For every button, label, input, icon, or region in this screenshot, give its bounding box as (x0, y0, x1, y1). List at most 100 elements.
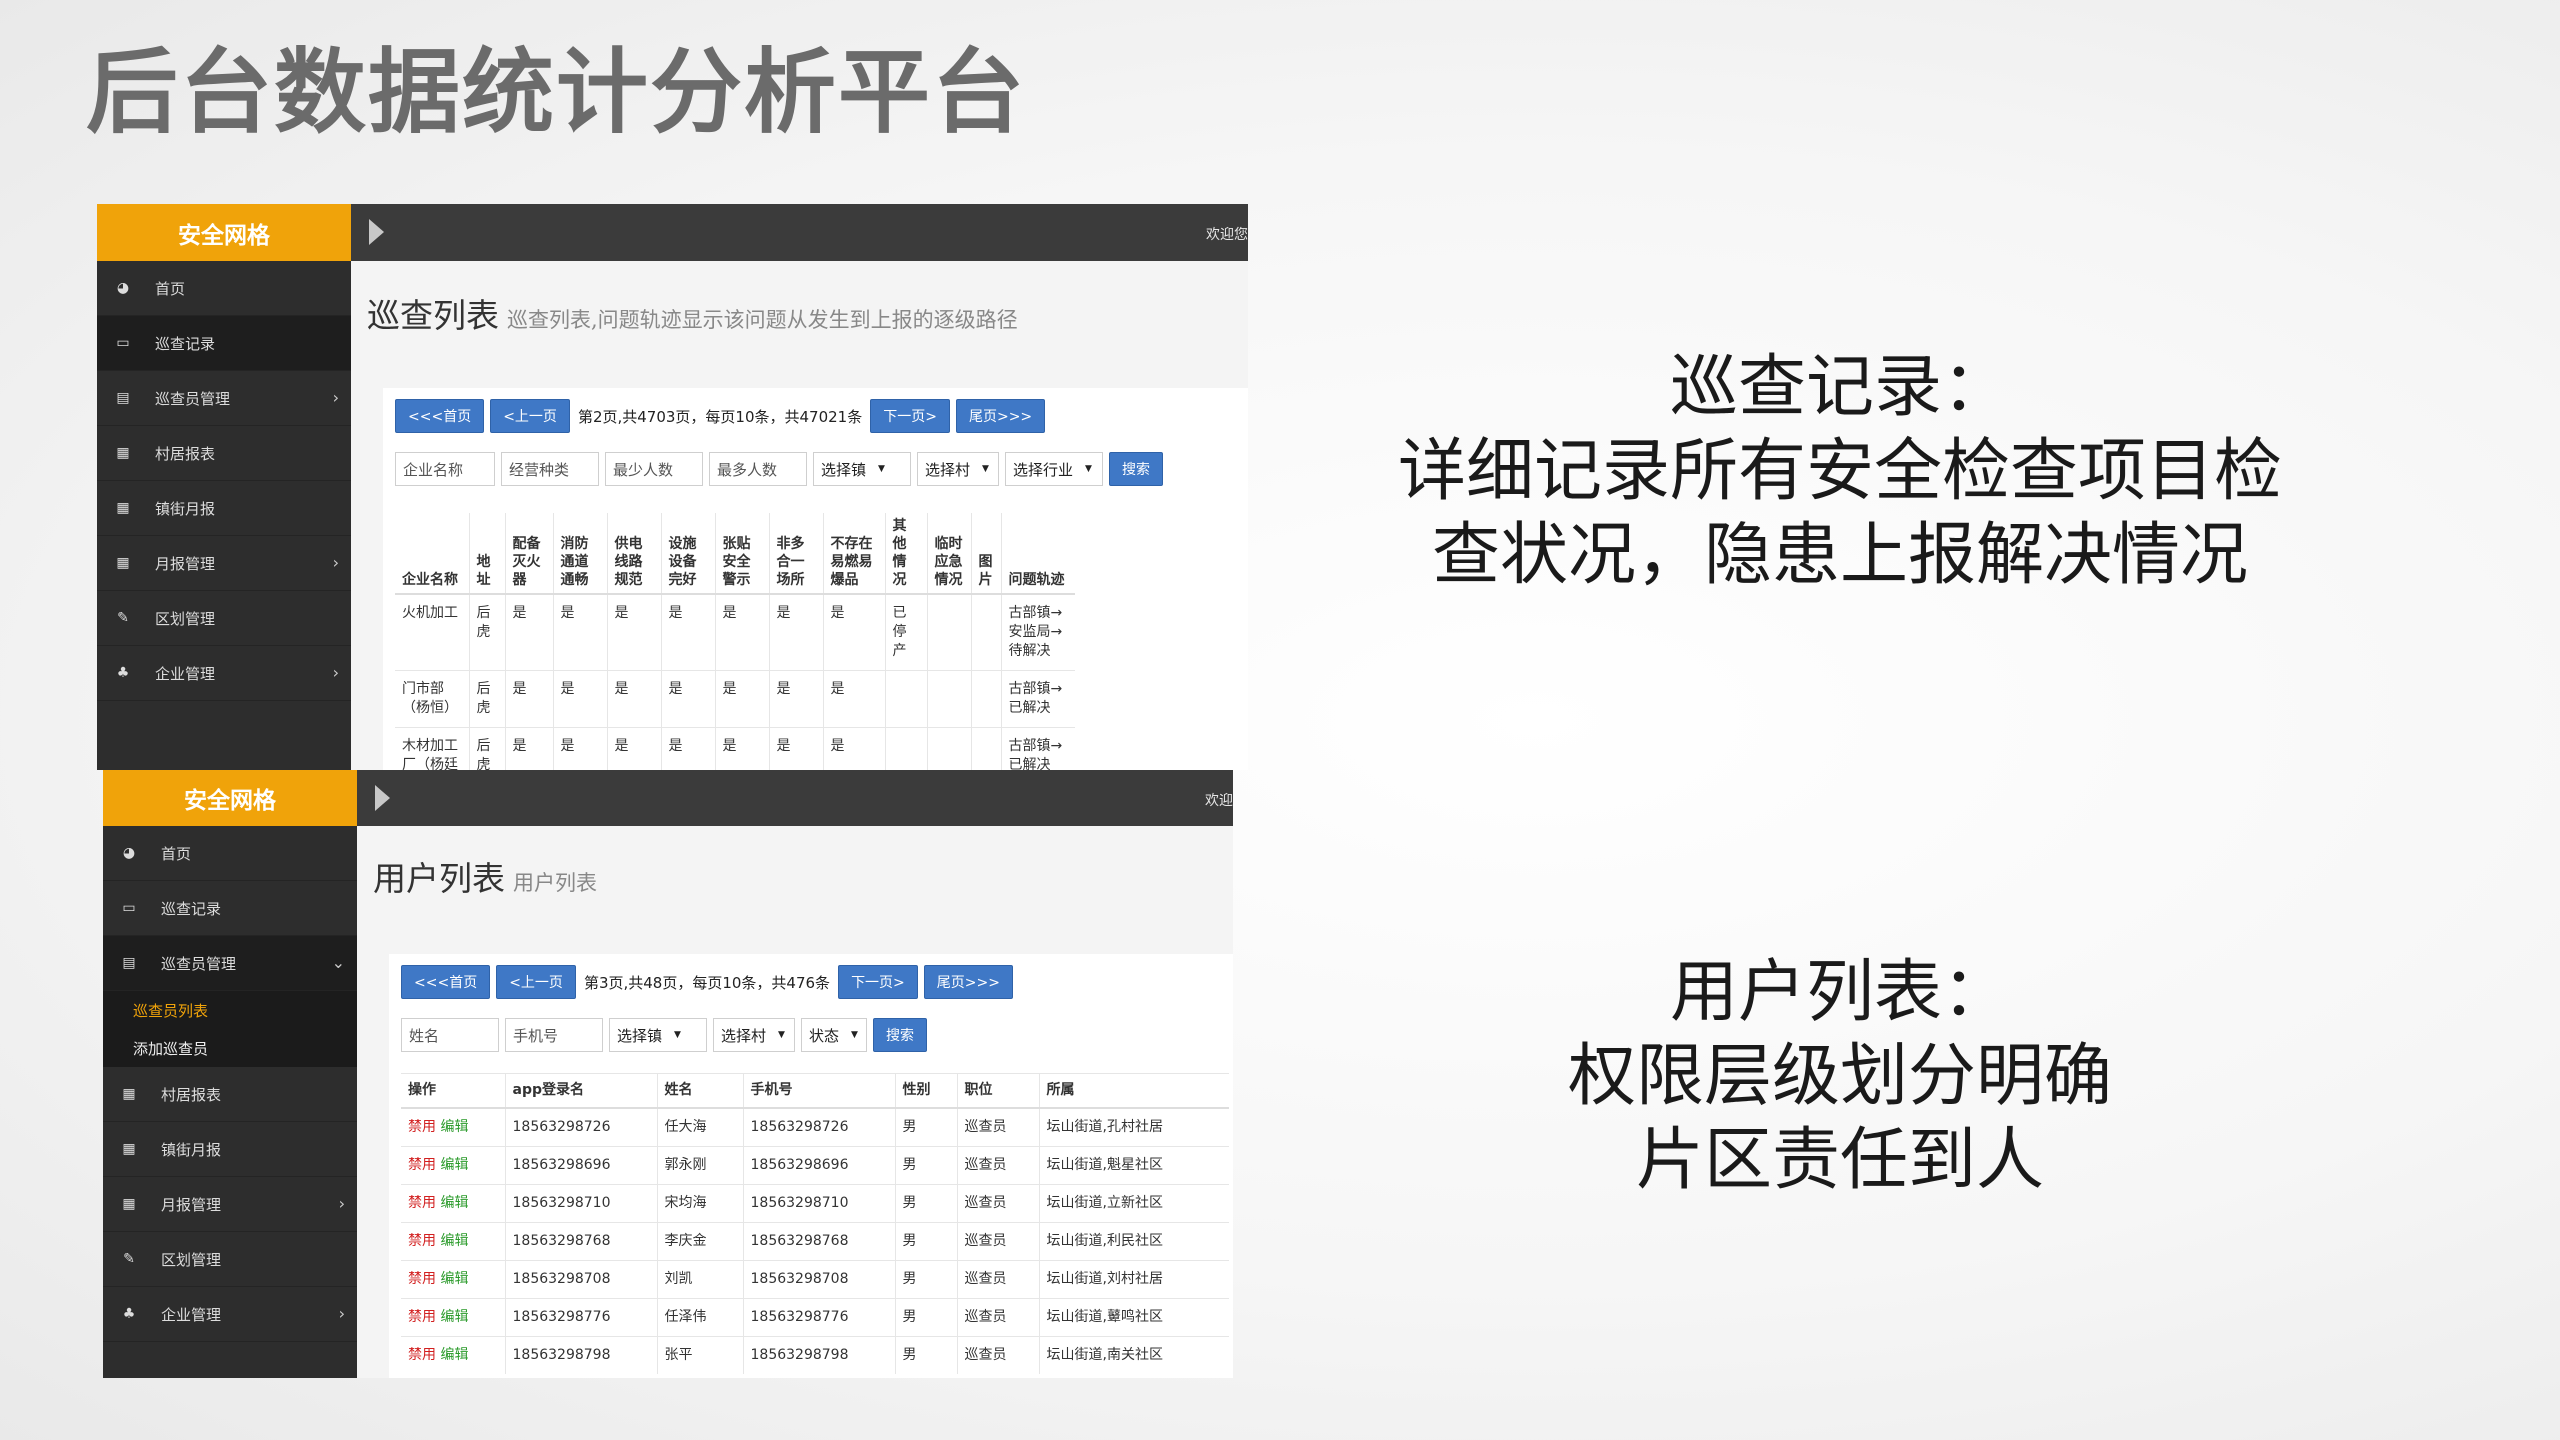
sidebar-item-table[interactable]: ▦ 村居报表 (97, 426, 351, 481)
caption-line: 详细记录所有安全检查项目检 (1397, 432, 2282, 511)
table-cell: 男 (894, 1107, 957, 1146)
disable-link[interactable]: 禁用 (408, 1309, 436, 1325)
column-header: 图片 (970, 513, 1001, 595)
edit-link[interactable]: 编辑 (440, 1119, 468, 1135)
town-select[interactable]: 选择镇 ▼ (609, 1018, 707, 1052)
edit-link[interactable]: 编辑 (440, 1195, 468, 1211)
list-card: <<<首页 <上一页 第2页,共4703页，每页10条，共47021条 下一页>… (383, 388, 1248, 770)
caption-users: 用户列表： 权限层级划分明确 片区责任到人 (1390, 951, 2290, 1203)
next-page-button[interactable]: 下一页> (870, 399, 950, 433)
sidebar-item-table[interactable]: ▦ 村居报表 (103, 1067, 357, 1122)
edit-link[interactable]: 编辑 (440, 1347, 468, 1363)
table-cell: 任大海 (656, 1107, 743, 1146)
column-header: 操作 (401, 1073, 505, 1109)
table-cell: 男 (894, 1145, 957, 1184)
edit-link[interactable]: 编辑 (440, 1309, 468, 1325)
edit-link[interactable]: 编辑 (440, 1271, 468, 1287)
sidebar-item-label: 村居报表 (161, 1085, 222, 1104)
user-list-screenshot: 安全网格 欢迎 ◕ 首页 ▭ 巡查记录 ▤ 巡查员管理 ⌄ 巡查员列表 添加巡查员 ▦ 村居报表 ▦ 镇… (103, 770, 1233, 1378)
phone-input[interactable]: 手机号 (505, 1018, 603, 1052)
sidebar-item-desktop[interactable]: ▭ 巡查记录 (103, 881, 357, 936)
disable-link[interactable]: 禁用 (408, 1271, 436, 1287)
sidebar-item-sitemap[interactable]: ♣ 企业管理 › (103, 1287, 357, 1342)
status-select[interactable]: 状态 ▼ (801, 1018, 867, 1052)
table-cell: 18563298696 (504, 1145, 657, 1184)
last-page-button[interactable]: 尾页>>> (955, 399, 1046, 433)
column-header: 姓名 (656, 1073, 743, 1109)
disable-link[interactable]: 禁用 (408, 1157, 436, 1173)
table-cell: 巡查员 (956, 1221, 1039, 1260)
table-icon: ▦ (116, 555, 130, 571)
table-cell: 古部镇→已解决 (1000, 727, 1075, 770)
disable-link[interactable]: 禁用 (408, 1195, 436, 1211)
table-cell: 18563298726 (742, 1107, 895, 1146)
sidebar-item-dashboard[interactable]: ◕ 首页 (97, 261, 351, 316)
name-input[interactable]: 姓名 (401, 1018, 499, 1052)
sidebar-subitem[interactable]: 巡查员列表 (103, 991, 357, 1029)
business-type-input[interactable]: 经营种类 (501, 452, 599, 486)
sidebar-item-table[interactable]: ▦ 镇街月报 (103, 1122, 357, 1177)
brand-logo[interactable]: 安全网格 (97, 204, 351, 261)
town-select[interactable]: 选择镇 ▼ (813, 452, 911, 486)
sidebar-item-table[interactable]: ▦ 月报管理 › (103, 1177, 357, 1232)
sidebar-item-chart[interactable]: ▤ 巡查员管理 › (97, 371, 351, 426)
table-cell: 是 (660, 670, 715, 728)
sidebar-item-table[interactable]: ▦ 月报管理 › (97, 536, 351, 591)
search-button[interactable]: 搜索 (873, 1018, 927, 1052)
table-cell: 男 (894, 1297, 957, 1336)
table-cell: 已停产 (884, 593, 927, 671)
prev-page-button[interactable]: <上一页 (496, 965, 576, 999)
table-cell (926, 727, 971, 770)
search-button[interactable]: 搜索 (1109, 452, 1163, 486)
max-people-input[interactable]: 最多人数 (709, 452, 807, 486)
sidebar-item-table[interactable]: ▦ 镇街月报 (97, 481, 351, 536)
sidebar-item-sitemap[interactable]: ♣ 企业管理 › (97, 646, 351, 701)
village-select[interactable]: 选择村 ▼ (713, 1018, 795, 1052)
table-cell: 是 (822, 727, 885, 770)
sidebar-item-chart[interactable]: ▤ 巡查员管理 ⌄ (103, 936, 357, 991)
sidebar-item-edit[interactable]: ✎ 区划管理 (103, 1232, 357, 1287)
sidebar-item-desktop[interactable]: ▭ 巡查记录 (97, 316, 351, 371)
company-name-input[interactable]: 企业名称 (395, 452, 495, 486)
disable-link[interactable]: 禁用 (408, 1347, 436, 1363)
table-row: 禁用 编辑 18563298776 任泽伟 18563298776 男巡查员 坛山街道,鼙… (401, 1297, 1229, 1336)
table-cell: 是 (552, 593, 607, 671)
column-header: 供电线路规范 (606, 513, 661, 595)
prev-page-button[interactable]: <上一页 (490, 399, 570, 433)
first-page-button[interactable]: <<<首页 (395, 399, 485, 433)
edit-link[interactable]: 编辑 (440, 1157, 468, 1173)
disable-link[interactable]: 禁用 (408, 1119, 436, 1135)
village-select[interactable]: 选择村 ▼ (917, 452, 999, 486)
table-cell: 18563298710 (742, 1183, 895, 1222)
table-cell: 火机加工 (395, 593, 469, 671)
table-cell: 男 (894, 1259, 957, 1298)
sidebar-subitem[interactable]: 添加巡查员 (103, 1029, 357, 1067)
min-people-input[interactable]: 最少人数 (605, 452, 703, 486)
table-cell: 是 (768, 593, 823, 671)
chart-icon: ▤ (116, 390, 130, 406)
main-content: 巡查列表 巡查列表,问题轨迹显示该问题从发生到上报的逐级路径 <<<首页 <上一页… (351, 261, 1248, 770)
table-cell: 张平 (656, 1335, 743, 1374)
table-cell: 18563298768 (504, 1221, 657, 1260)
table-cell: 是 (714, 593, 769, 671)
brand-logo[interactable]: 安全网格 (103, 770, 357, 826)
last-page-button[interactable]: 尾页>>> (923, 965, 1013, 999)
chevron-right-icon: › (332, 388, 339, 407)
industry-select[interactable]: 选择行业 ▼ (1005, 452, 1103, 486)
table-cell: 后虎 (468, 727, 505, 770)
table-cell (970, 670, 1001, 728)
edit-link[interactable]: 编辑 (440, 1233, 468, 1249)
table-cell: 禁用 编辑 (401, 1259, 505, 1298)
sidebar-toggle-icon[interactable] (369, 219, 384, 245)
sidebar-item-edit[interactable]: ✎ 区划管理 (97, 591, 351, 646)
table-cell (970, 727, 1001, 770)
sidebar-toggle-icon[interactable] (375, 785, 390, 811)
disable-link[interactable]: 禁用 (408, 1233, 436, 1249)
first-page-button[interactable]: <<<首页 (401, 965, 491, 999)
table-cell: 禁用 编辑 (401, 1297, 505, 1336)
sidebar-item-label: 月报管理 (155, 554, 216, 573)
sidebar-item-dashboard[interactable]: ◕ 首页 (103, 826, 357, 881)
chevron-right-icon: › (338, 1304, 345, 1323)
next-page-button[interactable]: 下一页> (838, 965, 918, 999)
caption-line: 巡查记录： (1669, 348, 2010, 427)
